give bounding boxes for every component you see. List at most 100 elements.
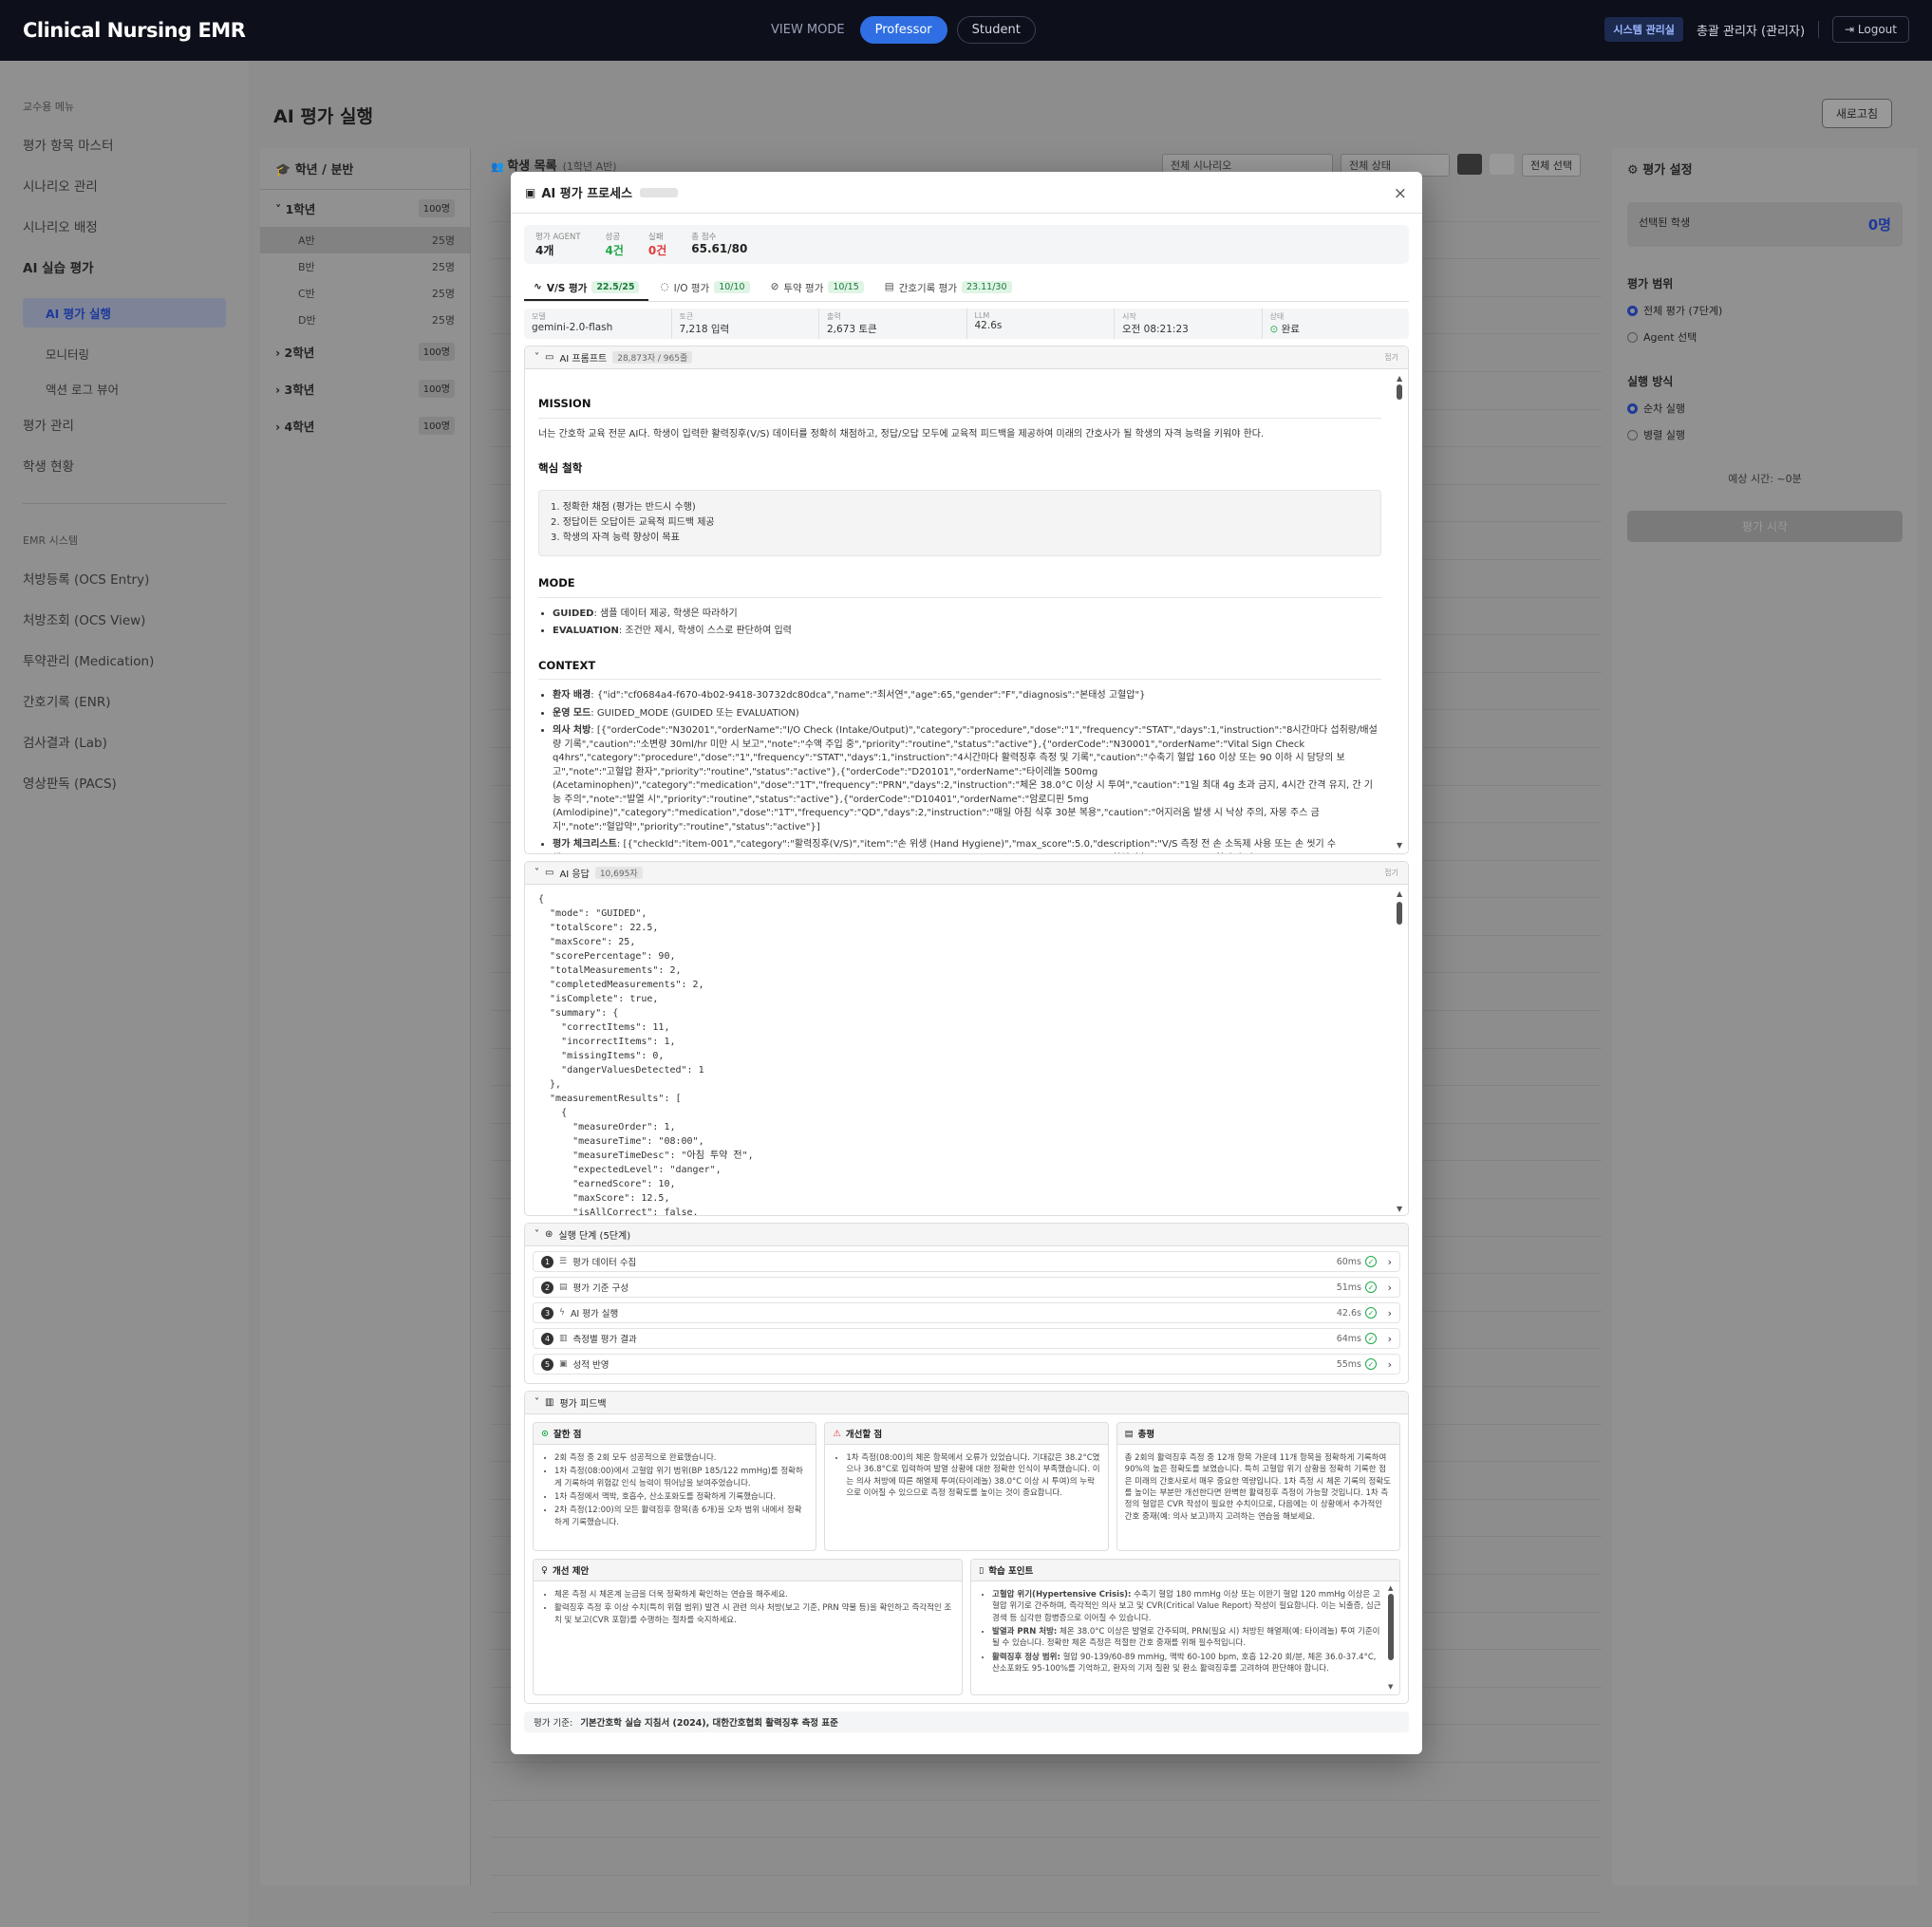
tab-vs[interactable]: ∿ V/S 평가 22.5/25 bbox=[524, 277, 649, 301]
step-row[interactable]: 3 ϟ AI 평가 실행 42.6s ✓ › bbox=[533, 1302, 1400, 1323]
sidebar-item-pacs[interactable]: 영상판독 (PACS) bbox=[23, 773, 226, 792]
start-eval-button[interactable]: 평가 시작 bbox=[1627, 511, 1903, 542]
tab-medication[interactable]: ⊘ 투약 평가 10/15 bbox=[761, 277, 873, 301]
scroll-thumb[interactable] bbox=[1388, 1594, 1394, 1660]
radio-label: 병렬 실행 bbox=[1643, 429, 1685, 441]
tab-nursing-record[interactable]: ▤ 간호기록 평가 23.11/30 bbox=[875, 277, 1022, 301]
sidebar-item-monitoring[interactable]: 모니터링 bbox=[46, 345, 226, 363]
check-icon: ✓ bbox=[1365, 1282, 1377, 1293]
tab-label: 간호기록 평가 bbox=[898, 283, 957, 294]
app-brand[interactable]: Clinical Nursing EMR bbox=[23, 19, 246, 42]
sidebar-item-ai-run[interactable]: AI 평가 실행 bbox=[23, 298, 226, 327]
scroll-up-icon[interactable]: ▲ bbox=[1397, 375, 1402, 383]
chevron-right-icon[interactable]: › bbox=[1388, 1282, 1392, 1294]
sidebar-item-eval-manage[interactable]: 평가 관리 bbox=[23, 415, 226, 434]
stat-label: 실패 bbox=[647, 233, 664, 242]
scroll-down-icon[interactable]: ▼ bbox=[1397, 841, 1402, 850]
sidebar: 교수용 메뉴 평가 항목 마스터 시나리오 관리 시나리오 배정 AI 실습 평… bbox=[0, 61, 249, 1927]
sidebar-group-ai-eval[interactable]: AI 실습 평가 bbox=[23, 257, 226, 276]
steps-header[interactable]: ˅ ⊛ 실행 단계 (5단계) bbox=[525, 1224, 1408, 1246]
tree-grade-1[interactable]: ˅ 1학년 100명 bbox=[260, 190, 470, 227]
tree-grade-2[interactable]: › 2학년 100명 bbox=[260, 333, 470, 370]
tab-io[interactable]: ◌ I/O 평가 10/10 bbox=[650, 277, 759, 301]
collapse-button[interactable]: 접기 bbox=[1384, 868, 1398, 878]
collapse-button[interactable]: 접기 bbox=[1384, 352, 1398, 363]
sidebar-item-action-log[interactable]: 액션 로그 뷰어 bbox=[46, 380, 226, 398]
response-scrollbar[interactable]: ▲ ▼ bbox=[1397, 890, 1402, 1213]
logout-button[interactable]: ⇥ Logout bbox=[1832, 16, 1909, 43]
mode-option-parallel[interactable]: 병렬 실행 bbox=[1627, 427, 1903, 442]
grade-name: › 3학년 bbox=[275, 383, 315, 397]
scroll-thumb[interactable] bbox=[1397, 384, 1402, 400]
step-duration: 51ms bbox=[1336, 1282, 1361, 1293]
chevron-right-icon[interactable]: › bbox=[1388, 1307, 1392, 1319]
range-option-full[interactable]: 전체 평가 (7단계) bbox=[1627, 303, 1903, 318]
tab-score-badge: 10/10 bbox=[714, 281, 750, 293]
chevron-right-icon[interactable]: › bbox=[1388, 1333, 1392, 1345]
info-label: 상태 bbox=[1269, 312, 1285, 321]
chevron-down-icon: ˅ bbox=[535, 1229, 539, 1240]
list-view-icon[interactable] bbox=[1490, 154, 1514, 175]
tree-title: 🎓 학년 / 분반 bbox=[260, 148, 470, 190]
feedback-header[interactable]: ˅ ▥ 평가 피드백 bbox=[525, 1392, 1408, 1414]
chevron-right-icon[interactable]: › bbox=[1388, 1256, 1392, 1268]
sidebar-item-eval-master[interactable]: 평가 항목 마스터 bbox=[23, 135, 226, 154]
response-header[interactable]: ˅ ▭ AI 응답 10,695자 접기 bbox=[525, 862, 1408, 885]
gear-icon: ⚙ bbox=[1627, 163, 1643, 178]
professor-mode-button[interactable]: Professor bbox=[859, 16, 947, 44]
warning-icon: ⚠ bbox=[833, 1428, 841, 1439]
tree-class-d[interactable]: D반 25명 bbox=[260, 307, 470, 333]
step-duration: 55ms bbox=[1336, 1358, 1361, 1370]
scroll-up-icon[interactable]: ▲ bbox=[1397, 890, 1402, 898]
sidebar-item-ocs-entry[interactable]: 처방등록 (OCS Entry) bbox=[23, 569, 226, 588]
prompt-header[interactable]: ˅ ▭ AI 프롬프트 28,873자 / 965줄 접기 bbox=[525, 346, 1408, 369]
refresh-button[interactable]: 새로고침 bbox=[1821, 99, 1892, 128]
chevron-right-icon[interactable]: › bbox=[1388, 1358, 1392, 1371]
sidebar-item-ocs-view[interactable]: 처방조회 (OCS View) bbox=[23, 609, 226, 628]
radio-label: 순차 실행 bbox=[1643, 402, 1685, 415]
class-name: B반 bbox=[298, 261, 315, 273]
tree-grade-3[interactable]: › 3학년 100명 bbox=[260, 370, 470, 407]
sidebar-item-student-status[interactable]: 학생 현황 bbox=[23, 456, 226, 475]
step-row[interactable]: 1 ☰ 평가 데이터 수집 60ms ✓ › bbox=[533, 1251, 1400, 1272]
sidebar-item-enr[interactable]: 간호기록 (ENR) bbox=[23, 691, 226, 710]
list-item: 1차 측정(08:00)의 체온 항목에서 오류가 있었습니다. 기대값은 38… bbox=[846, 1452, 1099, 1499]
prompt-content: MISSION 너는 간호학 교육 전문 AI다. 학생이 입력한 활력징후(V… bbox=[525, 369, 1408, 853]
learning-scrollbar[interactable]: ▲ ▼ bbox=[1388, 1584, 1394, 1691]
sidebar-item-medication[interactable]: 투약관리 (Medication) bbox=[23, 650, 226, 669]
list-item: 발열과 PRN 처방: 체온 38.0°C 이상은 발열로 간주되며, PRN(… bbox=[992, 1626, 1382, 1650]
sidebar-item-scenario-manage[interactable]: 시나리오 관리 bbox=[23, 176, 226, 195]
class-name: D반 bbox=[298, 314, 316, 327]
mode-option-sequential[interactable]: 순차 실행 bbox=[1627, 401, 1903, 416]
sidebar-item-scenario-assign[interactable]: 시나리오 배정 bbox=[23, 216, 226, 235]
step-row[interactable]: 5 ▣ 성적 반영 55ms ✓ › bbox=[533, 1354, 1400, 1375]
tree-class-a[interactable]: A반 25명 bbox=[260, 227, 470, 253]
mission-text: 너는 간호학 교육 전문 AI다. 학생이 입력한 활력징후(V/S) 데이터를… bbox=[538, 428, 1265, 440]
grid-view-icon[interactable] bbox=[1457, 154, 1482, 175]
check-circle-icon: ⊙ bbox=[1269, 324, 1282, 335]
system-admin-badge[interactable]: 시스템 관리실 bbox=[1604, 17, 1683, 42]
range-option-agent[interactable]: Agent 선택 bbox=[1627, 329, 1903, 345]
document-icon: ▤ bbox=[884, 281, 894, 292]
step-row[interactable]: 4 ▥ 측정별 평가 결과 64ms ✓ › bbox=[533, 1328, 1400, 1349]
scroll-thumb[interactable] bbox=[1397, 902, 1402, 925]
tree-class-c[interactable]: C반 25명 bbox=[260, 280, 470, 307]
stat-label: 총 점수 bbox=[691, 233, 717, 242]
check-icon: ✓ bbox=[1365, 1256, 1377, 1267]
step-row[interactable]: 2 ▤ 평가 기준 구성 51ms ✓ › bbox=[533, 1277, 1400, 1298]
select-all-button[interactable]: 전체 선택 bbox=[1522, 154, 1581, 177]
feedback-title: 평가 피드백 bbox=[559, 1399, 607, 1410]
sidebar-item-lab[interactable]: 검사결과 (Lab) bbox=[23, 732, 226, 751]
step-number: 3 bbox=[541, 1306, 553, 1319]
selected-students-box: 선택된 학생 0명 bbox=[1627, 202, 1903, 247]
scroll-down-icon[interactable]: ▼ bbox=[1397, 1205, 1402, 1213]
scroll-down-icon[interactable]: ▼ bbox=[1388, 1683, 1393, 1691]
tree-class-b[interactable]: B반 25명 bbox=[260, 253, 470, 280]
prompt-scrollbar[interactable]: ▲ ▼ bbox=[1397, 375, 1402, 850]
close-icon[interactable]: × bbox=[1394, 184, 1407, 203]
scroll-up-icon[interactable]: ▲ bbox=[1388, 1584, 1394, 1592]
tab-label: V/S 평가 bbox=[546, 283, 588, 294]
tree-grade-4[interactable]: › 4학년 100명 bbox=[260, 407, 470, 444]
summary-text: 총 2회의 활력징후 측정 중 12개 항목 가운데 11개 항목을 정확하게 … bbox=[1124, 1453, 1391, 1522]
student-mode-button[interactable]: Student bbox=[956, 16, 1036, 44]
